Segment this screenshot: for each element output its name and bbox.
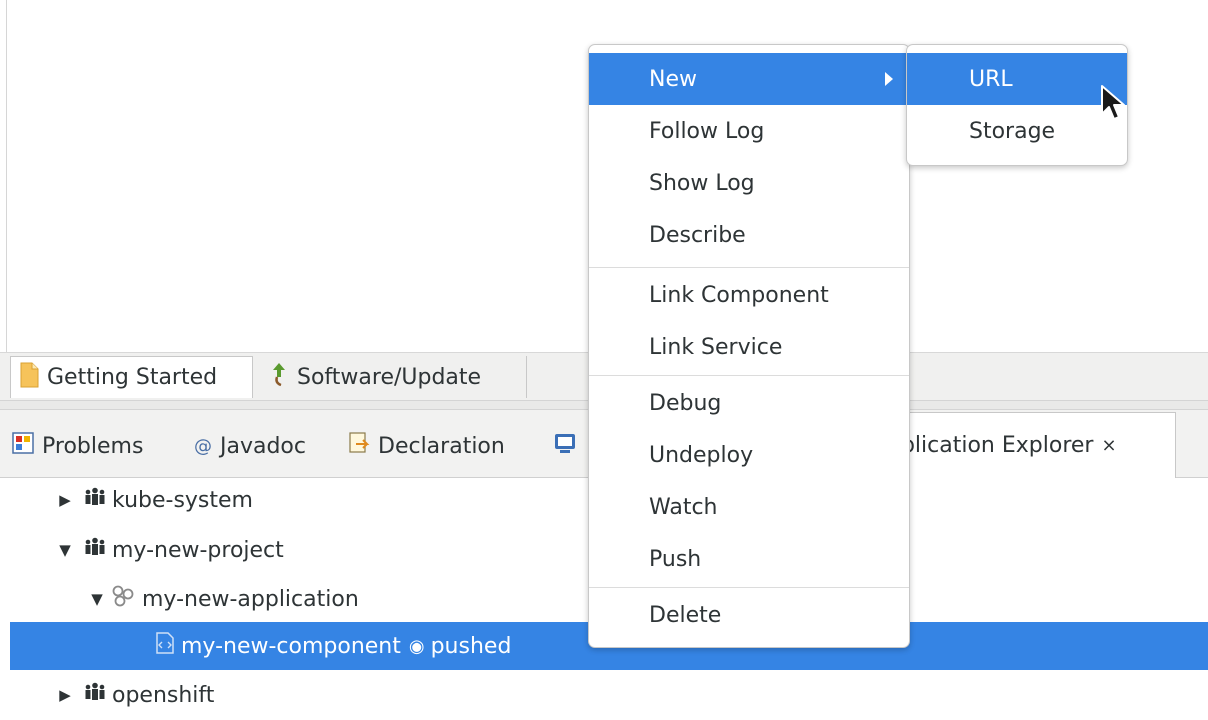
declaration-icon bbox=[348, 432, 370, 460]
tab-label: Declaration bbox=[378, 433, 505, 459]
menu-separator bbox=[589, 375, 909, 376]
collapse-icon[interactable]: ▼ bbox=[56, 541, 74, 559]
tab-label: Problems bbox=[42, 433, 144, 459]
close-icon[interactable]: ⨯ bbox=[1101, 435, 1116, 456]
menu-item-label: Describe bbox=[649, 222, 746, 248]
status-label: pushed bbox=[430, 633, 512, 659]
tab-getting-started[interactable]: Getting Started bbox=[10, 356, 253, 398]
menu-item-label: Watch bbox=[649, 494, 718, 520]
menu-item-debug[interactable]: Debug bbox=[589, 377, 909, 429]
menu-item-label: Delete bbox=[649, 602, 722, 628]
editor-border bbox=[6, 0, 7, 352]
at-icon: @ bbox=[194, 435, 212, 457]
menu-item-label: Follow Log bbox=[649, 118, 765, 144]
menu-item-label: Link Component bbox=[649, 282, 829, 308]
project-icon bbox=[84, 487, 106, 513]
mouse-pointer-icon bbox=[1100, 84, 1128, 130]
submenu-new: URL Storage bbox=[906, 44, 1128, 166]
tab-label: Getting Started bbox=[47, 365, 218, 390]
tab-label: Software/Update bbox=[297, 364, 482, 390]
menu-item-watch[interactable]: Watch bbox=[589, 481, 909, 533]
tree-label: openshift bbox=[112, 682, 215, 708]
submenu-arrow-icon bbox=[885, 72, 893, 86]
tab-software-update[interactable]: Software/Update bbox=[257, 356, 527, 398]
expand-icon[interactable]: ▶ bbox=[56, 686, 74, 704]
tab-javadoc[interactable]: @ Javadoc bbox=[194, 428, 306, 464]
tab-label: pplication Explorer bbox=[898, 433, 1094, 458]
tree-item-openshift[interactable]: ▶ openshift bbox=[0, 670, 1208, 720]
menu-item-label: URL bbox=[969, 66, 1013, 92]
tab-declaration[interactable]: Declaration bbox=[348, 428, 505, 464]
menu-item-delete[interactable]: Delete bbox=[589, 589, 909, 641]
component-icon bbox=[155, 631, 175, 661]
pushed-status-icon: ◉ bbox=[408, 635, 425, 657]
menu-item-link-component[interactable]: Link Component bbox=[589, 269, 909, 321]
menu-separator bbox=[589, 587, 909, 588]
expand-icon[interactable]: ▶ bbox=[56, 491, 74, 509]
tab-application-explorer[interactable]: pplication Explorer ⨯ bbox=[898, 412, 1176, 478]
tab-label: Javadoc bbox=[220, 433, 306, 459]
menu-item-label: Storage bbox=[969, 118, 1056, 144]
menu-item-show-log[interactable]: Show Log bbox=[589, 157, 909, 209]
update-icon bbox=[269, 361, 289, 393]
menu-item-url[interactable]: URL bbox=[907, 53, 1127, 105]
console-icon bbox=[554, 432, 576, 460]
menu-item-label: Show Log bbox=[649, 170, 755, 196]
menu-item-push[interactable]: Push bbox=[589, 533, 909, 585]
menu-item-storage[interactable]: Storage bbox=[907, 105, 1127, 157]
page-icon bbox=[19, 362, 39, 394]
context-menu: New Follow Log Show Log Describe Link Co… bbox=[588, 44, 910, 648]
project-icon bbox=[84, 537, 106, 563]
application-icon bbox=[110, 585, 136, 613]
tree-label: kube-system bbox=[112, 487, 253, 513]
tree-label: my-new-project bbox=[112, 537, 284, 563]
menu-item-label: Push bbox=[649, 546, 702, 572]
tree-label: my-new-component bbox=[181, 633, 401, 659]
menu-item-describe[interactable]: Describe bbox=[589, 209, 909, 261]
menu-item-new[interactable]: New bbox=[589, 53, 909, 105]
tab-console[interactable] bbox=[554, 428, 576, 464]
tree-label: my-new-application bbox=[142, 586, 359, 612]
problems-icon bbox=[12, 432, 34, 460]
menu-item-undeploy[interactable]: Undeploy bbox=[589, 429, 909, 481]
menu-item-label: Undeploy bbox=[649, 442, 754, 468]
tab-problems[interactable]: Problems bbox=[12, 428, 143, 464]
menu-item-label: Link Service bbox=[649, 334, 783, 360]
project-icon bbox=[84, 682, 106, 708]
menu-item-label: Debug bbox=[649, 390, 722, 416]
menu-item-label: New bbox=[649, 66, 697, 92]
menu-separator bbox=[589, 267, 909, 268]
collapse-icon[interactable]: ▼ bbox=[88, 590, 106, 608]
menu-item-follow-log[interactable]: Follow Log bbox=[589, 105, 909, 157]
menu-item-link-service[interactable]: Link Service bbox=[589, 321, 909, 373]
